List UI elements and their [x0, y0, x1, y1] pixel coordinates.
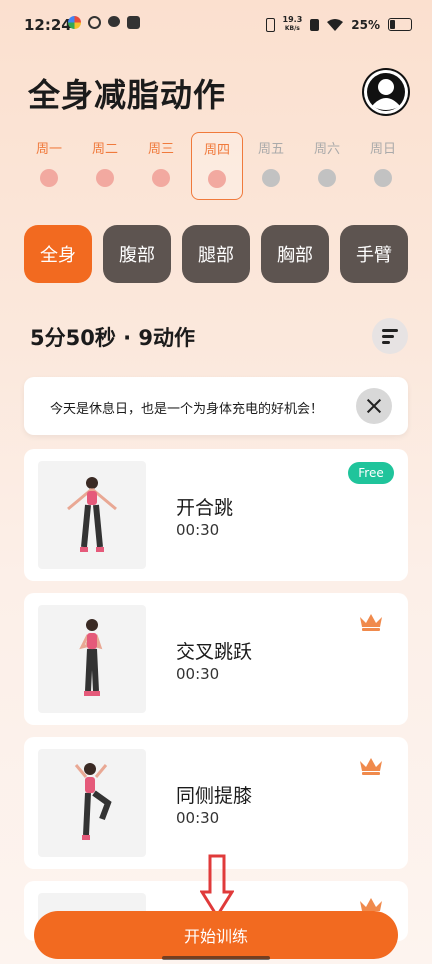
- exercise-name: 交叉跳跃: [176, 641, 253, 663]
- free-badge: Free: [348, 462, 394, 484]
- day-label: 周三: [147, 142, 174, 157]
- link-notification-icon: [88, 16, 101, 29]
- down-arrow-icon: [200, 854, 234, 918]
- tree-icon: [40, 169, 58, 187]
- rest-icon: [262, 169, 280, 187]
- page-title: 全身减脂动作: [28, 76, 227, 114]
- whistle-icon: [318, 169, 336, 187]
- tab-chest[interactable]: 胸部: [261, 225, 329, 283]
- wifi-icon: [327, 18, 344, 31]
- tab-arms[interactable]: 手臂: [340, 225, 408, 283]
- net-speed-value: 19.3: [282, 15, 303, 24]
- day-mon[interactable]: 周一: [24, 132, 74, 198]
- avatar[interactable]: [362, 68, 410, 116]
- status-time: 12:24: [24, 16, 72, 34]
- day-label: 周二: [91, 142, 118, 157]
- cross-jump-figure-icon: [79, 619, 103, 696]
- notification-icons: [68, 16, 140, 29]
- crown-icon: [360, 758, 382, 775]
- paw-notification-icon: [108, 16, 120, 27]
- app-notification-icon: [68, 16, 81, 29]
- exercise-duration: 00:30: [176, 665, 220, 683]
- vibrate-icon: [265, 17, 275, 32]
- day-label: 周四: [203, 143, 230, 158]
- start-training-button[interactable]: 开始训练: [34, 911, 398, 959]
- exercise-name: 同侧提膝: [176, 785, 253, 807]
- status-bar: 12:24 19.3 KB/s 25%: [0, 0, 432, 50]
- day-label: 周日: [369, 142, 396, 157]
- day-tue[interactable]: 周二: [80, 132, 130, 198]
- tree-icon: [208, 170, 226, 188]
- tab-legs[interactable]: 腿部: [182, 225, 250, 283]
- tab-full-body[interactable]: 全身: [24, 225, 92, 283]
- tree-icon: [152, 169, 170, 187]
- close-icon[interactable]: [356, 388, 392, 424]
- sort-button[interactable]: [372, 318, 408, 354]
- category-tabs: 全身 腹部 腿部 胸部 手臂: [24, 225, 412, 283]
- day-label: 周一: [35, 142, 62, 157]
- tab-abs[interactable]: 腹部: [103, 225, 171, 283]
- day-fri[interactable]: 周五: [246, 132, 296, 198]
- tree-icon: [96, 169, 114, 187]
- day-label: 周五: [257, 142, 284, 157]
- crown-icon: [360, 614, 382, 631]
- battery-percent: 25%: [351, 17, 380, 32]
- exercise-card[interactable]: 同侧提膝 00:30: [24, 737, 408, 869]
- sort-icon-line: [382, 335, 394, 338]
- rest-icon: [374, 169, 392, 187]
- day-sat[interactable]: 周六: [302, 132, 352, 198]
- exercise-thumbnail: [38, 461, 146, 569]
- sort-icon-line: [382, 341, 390, 344]
- day-sun[interactable]: 周日: [358, 132, 408, 198]
- sort-icon: [382, 329, 398, 332]
- home-indicator: [162, 956, 270, 960]
- exercise-duration: 00:30: [176, 521, 220, 539]
- mail-notification-icon: [127, 16, 140, 29]
- status-right: 19.3 KB/s 25%: [265, 16, 412, 33]
- day-label: 周六: [313, 142, 340, 157]
- exercise-card[interactable]: 交叉跳跃 00:30: [24, 593, 408, 725]
- day-wed[interactable]: 周三: [136, 132, 186, 198]
- exercise-thumbnail: [38, 749, 146, 857]
- net-speed: 19.3 KB/s: [283, 16, 303, 33]
- battery-icon: [388, 18, 412, 31]
- exercise-card[interactable]: 开合跳 00:30 Free: [24, 449, 408, 581]
- knee-raise-figure-icon: [74, 763, 112, 840]
- jumping-jack-figure-icon: [67, 477, 117, 552]
- user-icon: [364, 70, 408, 114]
- day-thu[interactable]: 周四: [191, 132, 243, 200]
- week-selector: 周一 周二 周三 周四 周五 周六 周日: [22, 132, 414, 200]
- workout-summary: 5分50秒 · 9动作: [30, 326, 196, 350]
- exercise-name: 开合跳: [176, 497, 234, 519]
- rest-day-notice: 今天是休息日，也是一个为身体充电的好机会！: [24, 377, 408, 435]
- exercise-duration: 00:30: [176, 809, 220, 827]
- notice-text: 今天是休息日，也是一个为身体充电的好机会！: [50, 402, 324, 417]
- net-speed-unit: KB/s: [284, 25, 300, 32]
- sim-off-icon: [310, 18, 320, 31]
- exercise-thumbnail: [38, 605, 146, 713]
